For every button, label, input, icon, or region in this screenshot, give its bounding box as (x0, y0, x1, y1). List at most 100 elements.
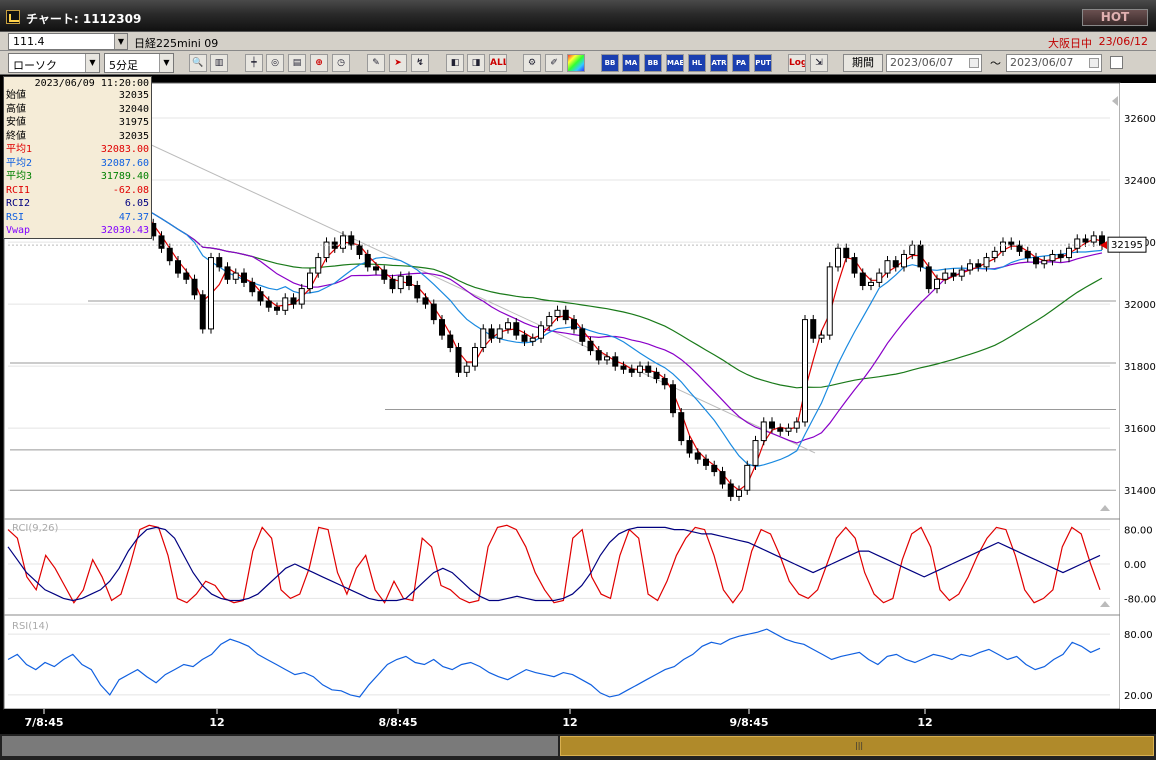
log-button[interactable]: Log (788, 54, 806, 72)
mae-button[interactable]: MAE (666, 54, 684, 72)
bb-band-button[interactable]: BB (601, 54, 619, 72)
time-axis: 7/8:45 12 8/8:45 12 9/8:45 12 (4, 709, 1120, 734)
info-label: 平均3 (6, 171, 33, 182)
hl-button[interactable]: HL (688, 54, 706, 72)
candle-body (290, 297, 297, 305)
target-icon[interactable]: ⊕ (310, 54, 328, 72)
time-scrollbar[interactable]: ||| (0, 734, 1156, 760)
atr-button[interactable]: ATR (710, 54, 728, 72)
step-left-icon[interactable]: ◧ (446, 54, 464, 72)
candle-body (430, 303, 437, 321)
candle-body (925, 266, 932, 290)
candle-body (785, 427, 792, 432)
palette-icon[interactable] (567, 54, 585, 72)
start-date-field[interactable]: 2023/06/07 (886, 54, 982, 72)
chevron-down-icon[interactable]: ▼ (159, 54, 173, 72)
candle-body (802, 319, 808, 423)
calendar-icon[interactable] (1089, 58, 1099, 68)
put-button[interactable]: PUT (754, 54, 772, 72)
candle-body (670, 384, 676, 414)
candle-body (719, 471, 726, 485)
rci-tick-label: -80.00 (1124, 594, 1156, 605)
candle-body (1090, 235, 1097, 243)
end-date-field[interactable]: 2023/06/07 (1006, 54, 1102, 72)
para-button[interactable]: PA RA (732, 54, 750, 72)
info-row: 平均1 32083.00 (6, 144, 149, 156)
candle-body (348, 235, 355, 246)
candle-body (678, 412, 685, 442)
candle-body (653, 371, 660, 380)
hot-button[interactable]: HOT (1082, 9, 1148, 26)
all-button[interactable]: ALL (489, 54, 507, 72)
candle-body (843, 247, 850, 259)
date-checkbox[interactable] (1110, 56, 1123, 69)
bars-icon[interactable]: ▤ (288, 54, 306, 72)
rci-tick-label: 0.00 (1124, 560, 1146, 571)
info-label: RCI2 (6, 198, 31, 209)
calendar-icon[interactable] (969, 58, 979, 68)
price-tick-label: 32000 (1124, 300, 1156, 311)
candle-body (810, 319, 817, 339)
candle-body (298, 288, 305, 305)
info-value: 32083.00 (100, 144, 149, 155)
candle-body (529, 337, 536, 342)
candle-body (447, 334, 454, 349)
info-value: 6.05 (124, 198, 149, 209)
interval-value: 5分足 (109, 59, 138, 72)
chart-area[interactable]: 3260032400322003200031800316003140032195… (0, 75, 1156, 734)
candle-body (727, 483, 734, 497)
gear-icon[interactable]: ⚙ (523, 54, 541, 72)
step-right-icon[interactable]: ◨ (467, 54, 485, 72)
candle-body (1066, 247, 1072, 259)
candle-body (224, 266, 231, 280)
candle-body (793, 421, 800, 429)
info-row: 安値 31975 (6, 117, 149, 129)
info-label: 終値 (6, 130, 26, 142)
candle-body (274, 306, 280, 311)
chevron-down-icon[interactable]: ▼ (114, 34, 127, 49)
candle-body (265, 300, 272, 308)
candle-body (1024, 250, 1031, 259)
price-tick-label: 31800 (1124, 362, 1156, 373)
info-label: 安値 (6, 117, 26, 128)
pencil-icon[interactable]: ✐ (545, 54, 563, 72)
candle-body (637, 365, 643, 373)
candle-body (736, 489, 742, 497)
candle-body (323, 241, 330, 259)
search-icon[interactable]: 🔍 (189, 54, 207, 72)
period-button[interactable]: 期間 (843, 54, 883, 72)
chevron-down-icon[interactable]: ▼ (85, 54, 99, 72)
candle-body (826, 266, 833, 336)
candle-body (562, 309, 569, 321)
symbol-bar: 111.4 ▼ 日経225mini 09 大阪日中 23/06/12 (0, 32, 1156, 51)
chart-type-select[interactable]: ローソク ▼ (8, 53, 100, 73)
candle-body (257, 291, 264, 302)
ma-button[interactable]: MA (622, 54, 640, 72)
candle-body (1041, 260, 1048, 265)
bb-button[interactable]: BB (644, 54, 662, 72)
interval-select[interactable]: 5分足 ▼ (104, 53, 174, 73)
candle-body (249, 281, 256, 293)
symbol-selector[interactable]: 111.4 ▼ (8, 33, 128, 50)
price-tick-label: 32400 (1124, 176, 1156, 187)
export-icon[interactable]: ⇲ (810, 54, 828, 72)
candle-body (835, 247, 841, 268)
candle-body (232, 272, 239, 280)
scroll-track[interactable] (2, 736, 558, 756)
pen-icon[interactable]: ✎ (367, 54, 385, 72)
candle-icon[interactable]: ┿ (245, 54, 263, 72)
ruler-icon[interactable]: ▥ (210, 54, 228, 72)
bolt-icon[interactable]: ↯ (411, 54, 429, 72)
end-date-value: 2023/06/07 (1010, 56, 1074, 69)
cursor-icon[interactable]: ➤ (389, 54, 407, 72)
clock-icon[interactable]: ◷ (332, 54, 350, 72)
info-datetime: 2023/06/09 11:20:00 (34, 78, 149, 89)
candle-body (579, 328, 586, 342)
grip-icon[interactable]: ||| (855, 741, 865, 751)
zoom-icon[interactable]: ◎ (266, 54, 284, 72)
candle-body (744, 464, 751, 491)
info-value: 31975 (118, 117, 149, 128)
info-row: 高値 32040 (6, 104, 149, 116)
info-datetime-row: 2023/06/09 11:20:00 (6, 78, 149, 90)
candle-body (1082, 238, 1089, 243)
